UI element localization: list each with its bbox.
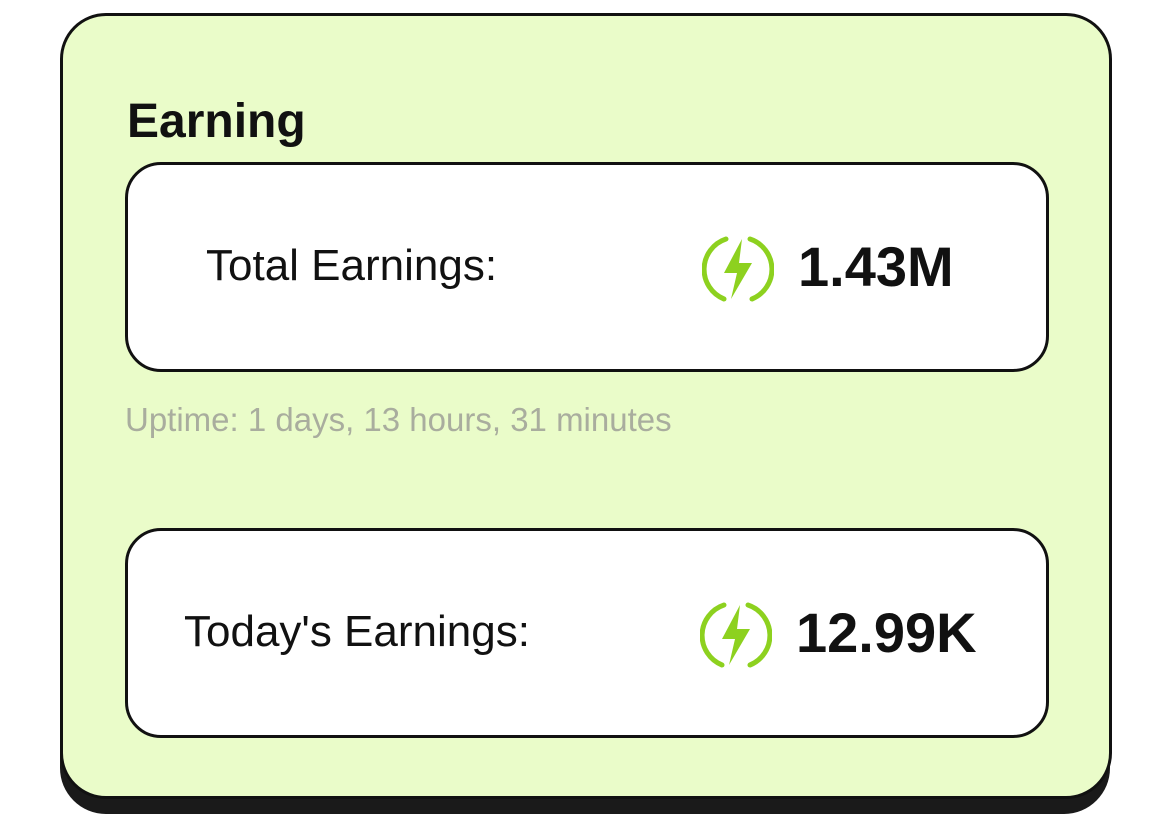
lightning-bolt-icon — [702, 236, 774, 302]
uptime-text: Uptime: 1 days, 13 hours, 31 minutes — [125, 401, 672, 438]
earning-card: Earning Total Earnings: 1.43M Uptime: 1 … — [60, 13, 1112, 799]
total-earnings-box: Total Earnings: 1.43M — [125, 162, 1049, 372]
today-earnings-label: Today's Earnings: — [184, 607, 530, 656]
total-earnings-value: 1.43M — [798, 235, 954, 298]
today-earnings-value: 12.99K — [796, 601, 977, 664]
today-earnings-box: Today's Earnings: 12.99K — [125, 528, 1049, 738]
card-title: Earning — [127, 95, 306, 148]
lightning-bolt-icon — [700, 602, 772, 668]
total-earnings-label: Total Earnings: — [206, 241, 498, 290]
